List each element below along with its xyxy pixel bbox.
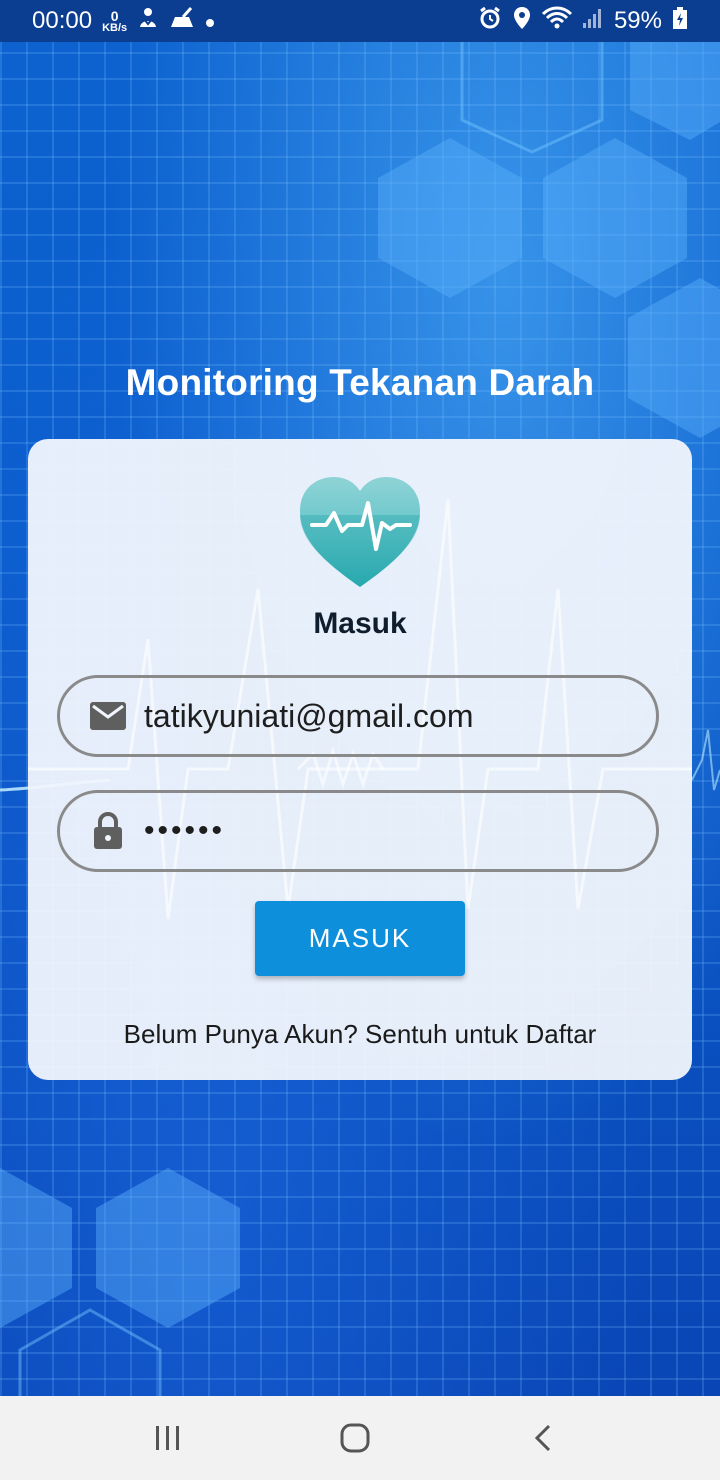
email-field[interactable] xyxy=(57,675,659,757)
signal-icon xyxy=(582,7,604,36)
battery-percentage: 59% xyxy=(613,7,662,34)
password-input[interactable] xyxy=(144,814,614,848)
password-field[interactable] xyxy=(57,790,659,872)
recent-apps-button[interactable] xyxy=(143,1413,193,1463)
heart-pulse-icon xyxy=(300,477,420,587)
back-icon xyxy=(534,1424,551,1452)
email-input[interactable] xyxy=(144,697,614,735)
app-title: Monitoring Tekanan Darah xyxy=(125,362,595,403)
back-button[interactable] xyxy=(518,1413,568,1463)
login-heading: Masuk xyxy=(313,607,407,640)
login-button[interactable]: MASUK xyxy=(255,901,465,976)
login-screen: 00:00 0 KB/s 59% Monitoring Tekanan Dara… xyxy=(0,0,720,1480)
battery-charging-icon xyxy=(672,6,688,37)
recent-apps-icon xyxy=(156,1426,179,1450)
home-icon xyxy=(340,1423,370,1453)
home-button[interactable] xyxy=(330,1413,380,1463)
cleaner-icon xyxy=(169,6,195,36)
login-card: Masuk MASUK Belum Punya Akun? Sentuh unt… xyxy=(28,439,692,1080)
location-icon xyxy=(512,6,532,37)
mail-icon xyxy=(88,696,128,736)
lock-icon xyxy=(88,811,128,851)
status-time: 00:00 xyxy=(32,7,93,34)
navigation-bar xyxy=(0,1396,720,1480)
register-link[interactable]: Belum Punya Akun? Sentuh untuk Daftar xyxy=(28,1019,692,1050)
notification-dot-icon xyxy=(205,7,215,35)
wifi-icon xyxy=(541,6,573,37)
status-bar: 00:00 0 KB/s 59% xyxy=(0,0,720,42)
person-icon xyxy=(137,7,159,36)
network-speed: 0 KB/s xyxy=(102,8,128,34)
alarm-icon xyxy=(478,6,502,37)
